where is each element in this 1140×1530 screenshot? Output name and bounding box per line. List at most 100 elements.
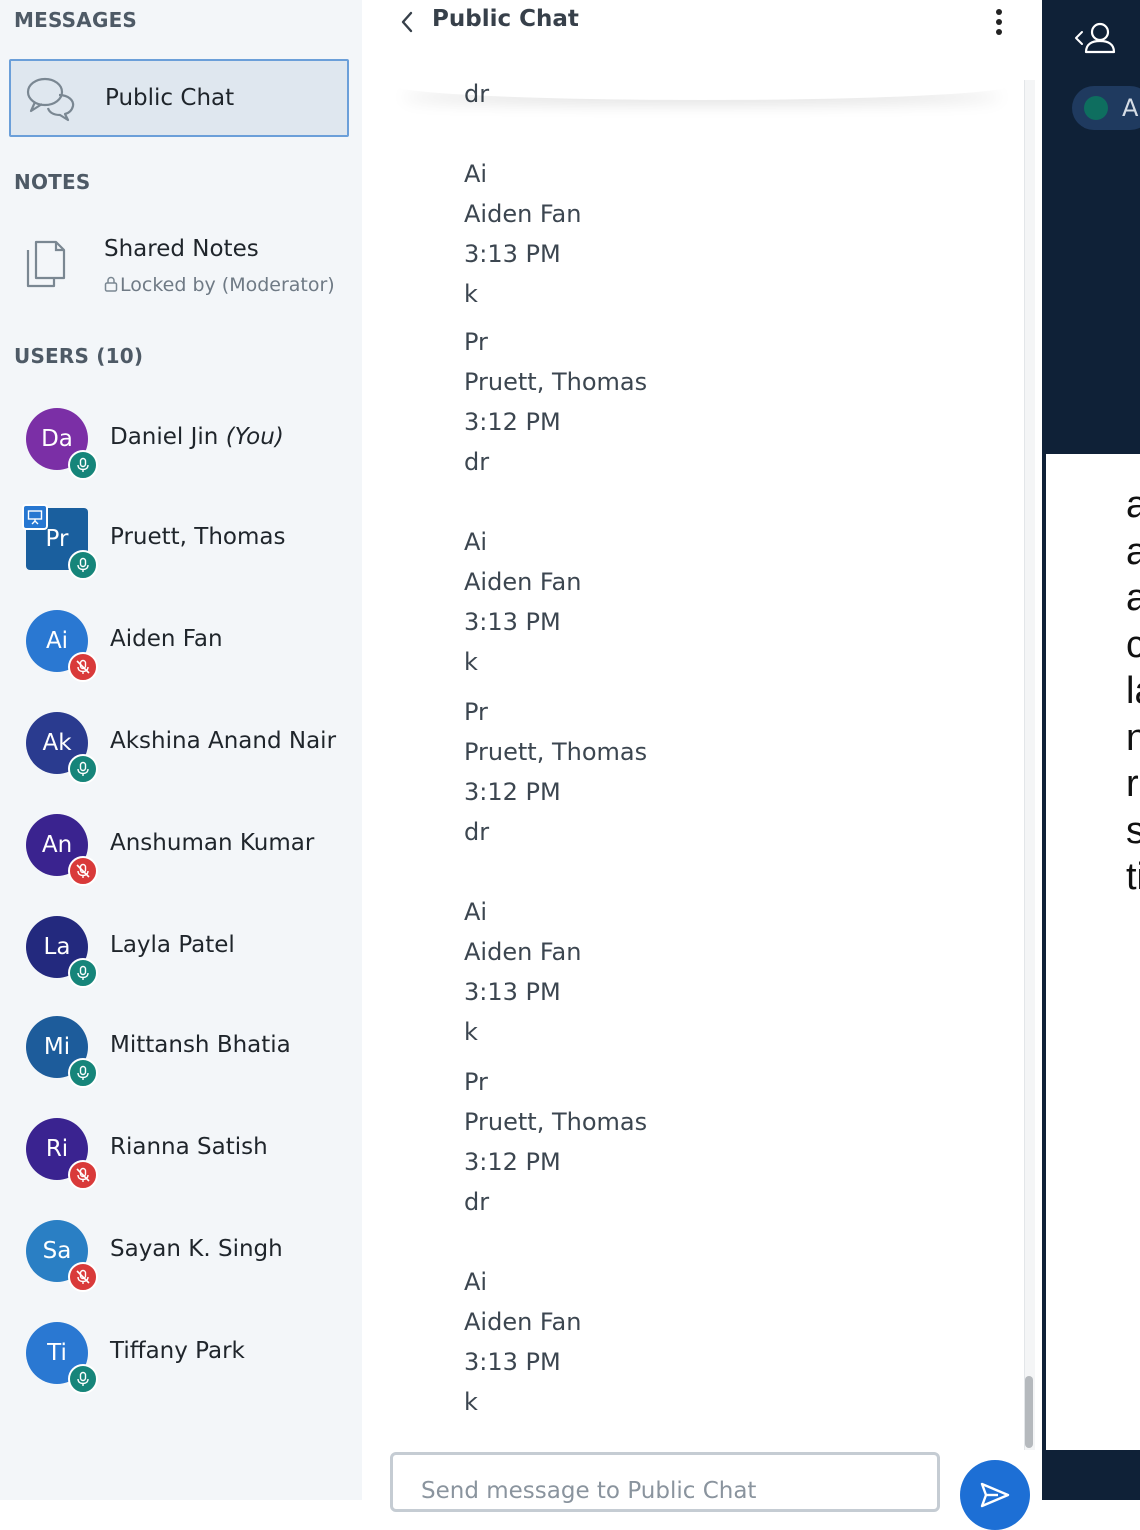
- notes-icon: [26, 240, 66, 288]
- chat-message: Pr Pruett, Thomas 3:12 PM dr: [464, 692, 647, 852]
- user-list-item[interactable]: Ri Rianna Satish: [0, 1118, 362, 1208]
- message-time: 3:13 PM: [464, 608, 561, 636]
- slide-text-fragment: a: [1126, 484, 1140, 526]
- slide-text-fragment: ti: [1126, 856, 1140, 898]
- message-text: k: [464, 1018, 478, 1046]
- mic-on-badge: [68, 754, 98, 784]
- scrollbar-thumb[interactable]: [1025, 1376, 1033, 1448]
- message-sender: Pruett, Thomas: [464, 368, 648, 396]
- user-name-text: Rianna Satish: [110, 1134, 268, 1160]
- message-sender: Aiden Fan: [464, 200, 582, 228]
- user-name: Pruett, Thomas: [110, 524, 286, 550]
- chat-message: Ai Aiden Fan 3:13 PM k: [464, 522, 581, 682]
- scrollbar-track[interactable]: [1024, 80, 1035, 1450]
- message-text: dr: [464, 818, 490, 846]
- mic-on-badge: [68, 1058, 98, 1088]
- microphone-icon: [77, 457, 89, 472]
- presenter-icon: [27, 510, 43, 525]
- message-text: k: [464, 1388, 478, 1416]
- user-name-text: Daniel Jin: [110, 424, 219, 450]
- user-name-text: Anshuman Kumar: [110, 830, 315, 856]
- user-list-item[interactable]: Da Daniel Jin (You): [0, 408, 362, 498]
- message-avatar-initials: Pr: [464, 698, 488, 726]
- chat-bubbles-icon: [26, 77, 75, 122]
- status-pill[interactable]: A: [1072, 86, 1140, 130]
- user-list-item[interactable]: Ak Akshina Anand Nair: [0, 712, 362, 802]
- user-name: Aiden Fan: [110, 626, 223, 652]
- public-chat-item[interactable]: Public Chat: [9, 59, 349, 137]
- shared-notes-item[interactable]: Shared Notes Locked by (Moderator): [0, 228, 362, 308]
- microphone-muted-icon: [76, 659, 90, 674]
- microphone-icon: [77, 761, 89, 776]
- presenter-badge: [22, 504, 48, 530]
- chat-message: Pr Pruett, Thomas 3:12 PM dr: [464, 322, 647, 482]
- mic-on-badge: [68, 958, 98, 988]
- notes-section-title: NOTES: [14, 170, 91, 194]
- status-pill-letter: A: [1122, 94, 1139, 122]
- user-name: Akshina Anand Nair: [110, 728, 336, 754]
- chevron-left-icon[interactable]: [396, 10, 420, 34]
- user-name-text: Akshina Anand Nair: [110, 728, 337, 754]
- user-list-item[interactable]: Sa Sayan K. Singh: [0, 1220, 362, 1310]
- users-section-title: USERS (10): [14, 344, 144, 368]
- message-avatar-initials: Pr: [464, 328, 488, 356]
- chat-title[interactable]: Public Chat: [432, 6, 579, 32]
- mic-muted-badge: [68, 652, 98, 682]
- user-list-item[interactable]: Ti Tiffany Park: [0, 1322, 362, 1412]
- message-avatar-initials: Ai: [464, 1268, 488, 1296]
- user-name-text: Mittansh Bhatia: [110, 1032, 291, 1058]
- user-list-sidebar: MESSAGES Public Chat NOTES Shared Notes …: [0, 0, 362, 1500]
- chat-scrollbar[interactable]: [1024, 80, 1035, 1450]
- shared-notes-status-text: Locked by (Moderator): [120, 274, 335, 296]
- chat-message: Ai Aiden Fan 3:13 PM k: [464, 154, 581, 314]
- chat-message: Ai Aiden Fan 3:13 PM k: [464, 892, 581, 1052]
- message-time: 3:13 PM: [464, 1348, 561, 1376]
- message-avatar-initials: Ai: [464, 898, 488, 926]
- microphone-icon: [77, 557, 89, 572]
- message-input-box[interactable]: [390, 1452, 940, 1512]
- user-name-text: Aiden Fan: [110, 626, 223, 652]
- user-name: Anshuman Kumar: [110, 830, 314, 856]
- vertical-dots-icon[interactable]: [992, 6, 1006, 38]
- microphone-muted-icon: [76, 863, 90, 878]
- slide-text-fragment: r: [1126, 763, 1139, 805]
- microphone-icon: [77, 965, 89, 980]
- message-sender: Pruett, Thomas: [464, 1108, 648, 1136]
- message-time: 3:12 PM: [464, 408, 561, 436]
- send-button[interactable]: [960, 1460, 1030, 1530]
- user-name: Sayan K. Singh: [110, 1236, 283, 1262]
- messages-section-title: MESSAGES: [14, 8, 138, 32]
- current-user-tag: (You): [225, 424, 284, 450]
- message-text: dr: [464, 448, 490, 476]
- message-text: dr: [464, 1188, 490, 1216]
- microphone-muted-icon: [76, 1269, 90, 1284]
- message-avatar-initials: Pr: [464, 1068, 488, 1096]
- public-chat-label: Public Chat: [105, 85, 235, 111]
- message-input[interactable]: [419, 1477, 923, 1505]
- slide-text-fragment: c: [1126, 623, 1140, 666]
- user-list-item[interactable]: La Layla Patel: [0, 916, 362, 1006]
- presentation-slide: aaaclanrsti: [1046, 454, 1140, 1450]
- slide-text-fragment: s: [1126, 809, 1140, 852]
- user-list-item[interactable]: Mi Mittansh Bhatia: [0, 1016, 362, 1106]
- slide-text-fragment: a: [1126, 577, 1140, 619]
- user-icon[interactable]: [1072, 20, 1120, 60]
- user-list-item[interactable]: Ai Aiden Fan: [0, 610, 362, 700]
- shared-notes-status: Locked by (Moderator): [104, 274, 335, 296]
- chat-panel: Public Chat dr Ai Aiden Fan 3:13 PM k Pr Pruet…: [362, 0, 1042, 1530]
- message-text: k: [464, 648, 478, 676]
- user-list-item[interactable]: An Anshuman Kumar: [0, 814, 362, 904]
- user-name: Layla Patel: [110, 932, 235, 958]
- user-name-text: Layla Patel: [110, 932, 235, 958]
- lock-icon: [104, 276, 118, 292]
- user-name: Rianna Satish: [110, 1134, 268, 1160]
- shared-notes-title: Shared Notes: [104, 236, 259, 262]
- user-name-text: Pruett, Thomas: [110, 524, 286, 550]
- message-list[interactable]: dr Ai Aiden Fan 3:13 PM k Pr Pruett, Thomas 3:1…: [362, 80, 1022, 1440]
- microphone-muted-icon: [76, 1167, 90, 1182]
- message-time: 3:12 PM: [464, 778, 561, 806]
- slide-text-fragment: n: [1126, 716, 1140, 759]
- user-list-item[interactable]: Pr Pruett, Thomas: [0, 504, 362, 598]
- message-time: 3:13 PM: [464, 978, 561, 1006]
- status-dot: [1084, 96, 1108, 120]
